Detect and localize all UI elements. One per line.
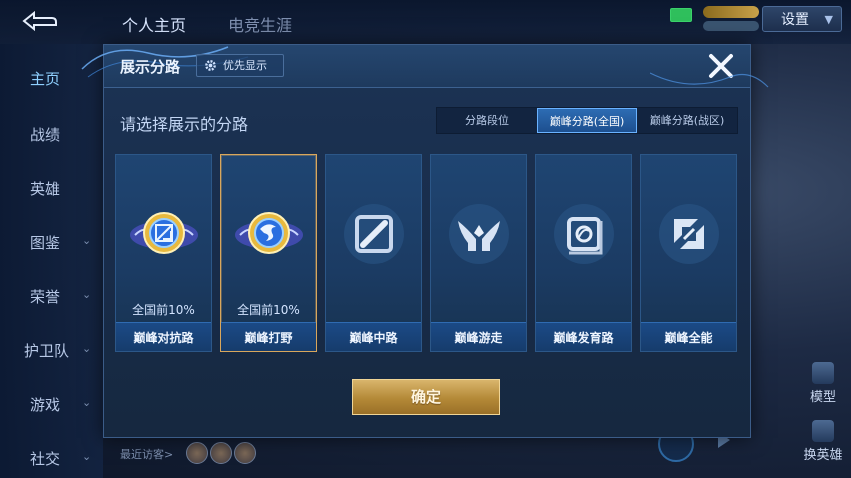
card-name-bar: 巅峰对抗路 xyxy=(116,322,211,351)
marksman-icon xyxy=(554,204,614,264)
chevron-down-icon: ⌄ xyxy=(82,450,92,463)
priority-display-button[interactable]: 优先显示 xyxy=(196,54,284,77)
lane-card-mid[interactable]: 巅峰中路 xyxy=(325,154,422,352)
sidebar-item-games[interactable]: 游戏 ⌄ xyxy=(0,384,103,424)
top-bar: 个人主页 电竞生涯 设置 ▼ xyxy=(0,0,851,44)
avatar[interactable] xyxy=(210,442,232,464)
tab-esports-career[interactable]: 电竞生涯 xyxy=(228,12,292,36)
card-name: 巅峰对抗路 xyxy=(133,331,194,345)
card-name-bar: 巅峰中路 xyxy=(326,322,421,351)
dragon-emblem-icon xyxy=(235,212,303,254)
sidebar-item-codex[interactable]: 图鉴 ⌄ xyxy=(0,222,103,262)
prompt-text: 请选择展示的分路 xyxy=(120,115,249,134)
sidebar-item-label: 英雄 xyxy=(30,180,61,198)
wings-icon xyxy=(449,204,509,264)
tab-peak-lane-region[interactable]: 巅峰分路(战区) xyxy=(637,108,737,133)
lane-card-roam[interactable]: 巅峰游走 xyxy=(430,154,527,352)
card-name: 巅峰游走 xyxy=(454,331,503,345)
priority-display-label: 优先显示 xyxy=(223,59,267,72)
rank-text: 全国前10% xyxy=(237,303,300,317)
swap-hero-icon xyxy=(812,420,834,442)
sidebar-item-label: 社交 xyxy=(30,450,61,468)
sidebar-item-records[interactable]: 战绩 xyxy=(0,114,103,154)
segment-control: 分路段位 巅峰分路(全国) 巅峰分路(战区) xyxy=(436,107,738,134)
settings-label: 设置 xyxy=(781,12,809,28)
card-name: 巅峰全能 xyxy=(664,331,713,345)
model-button[interactable]: 模型 xyxy=(800,386,846,405)
card-name-bar: 巅峰全能 xyxy=(641,322,736,351)
chevron-down-icon: ▼ xyxy=(824,13,833,26)
lane-card-marksman[interactable]: 巅峰发育路 xyxy=(535,154,632,352)
chevron-down-icon: ⌄ xyxy=(82,288,92,301)
avatar[interactable] xyxy=(234,442,256,464)
tab-lane-rank[interactable]: 分路段位 xyxy=(437,108,537,133)
mid-lane-icon xyxy=(344,204,404,264)
currency-badge-secondary xyxy=(703,21,759,31)
chevron-down-icon: ⌄ xyxy=(82,234,92,247)
ornament-swirl xyxy=(650,72,769,88)
currency-badge xyxy=(703,6,759,18)
lane-card-top[interactable]: 全国前10% 巅峰对抗路 xyxy=(115,154,212,352)
sidebar-item-honor[interactable]: 荣誉 ⌄ xyxy=(0,276,103,316)
card-name-bar: 巅峰游走 xyxy=(431,322,526,351)
lane-card-all-round[interactable]: 巅峰全能 xyxy=(640,154,737,352)
gear-icon xyxy=(205,60,216,71)
sidebar-item-label: 主页 xyxy=(30,70,61,88)
sidebar-item-heroes[interactable]: 英雄 xyxy=(0,168,103,208)
sidebar: 主页 战绩 英雄 图鉴 ⌄ 荣誉 ⌄ 护卫队 ⌄ 游戏 ⌄ 社交 ⌄ xyxy=(0,44,103,478)
battery-icon xyxy=(670,8,692,22)
tab-personal-home[interactable]: 个人主页 xyxy=(122,12,186,36)
sidebar-item-label: 护卫队 xyxy=(24,342,70,360)
rank-text: 全国前10% xyxy=(132,303,195,317)
card-name-bar: 巅峰打野 xyxy=(221,322,316,351)
confirm-button[interactable]: 确定 xyxy=(352,379,500,415)
model-icon xyxy=(812,362,834,384)
sidebar-item-social[interactable]: 社交 ⌄ xyxy=(0,438,103,478)
sidebar-item-label: 图鉴 xyxy=(30,234,61,252)
sidebar-item-label: 荣誉 xyxy=(30,288,61,306)
sidebar-item-label: 战绩 xyxy=(30,126,61,144)
swap-hero-button[interactable]: 换英雄 xyxy=(800,444,846,463)
dialog-title: 展示分路 xyxy=(120,58,181,76)
lane-card-jungle[interactable]: 全国前10% 巅峰打野 xyxy=(220,154,317,352)
all-round-icon xyxy=(659,204,719,264)
sidebar-item-label: 游戏 xyxy=(30,396,61,414)
recent-visitors-link[interactable]: 最近访客> xyxy=(120,446,173,462)
sidebar-item-guard-team[interactable]: 护卫队 ⌄ xyxy=(0,330,103,370)
card-name: 巅峰中路 xyxy=(349,331,398,345)
card-name: 巅峰发育路 xyxy=(553,331,614,345)
lane-display-dialog: 展示分路 优先显示 请选择展示的分路 分路段位 巅峰分路(全国) 巅峰分路(战区… xyxy=(81,44,769,438)
card-name-bar: 巅峰发育路 xyxy=(536,322,631,351)
tab-peak-lane-national[interactable]: 巅峰分路(全国) xyxy=(537,108,637,133)
sword-emblem-icon xyxy=(130,212,198,254)
avatar[interactable] xyxy=(186,442,208,464)
chevron-down-icon: ⌄ xyxy=(82,396,92,409)
back-icon[interactable] xyxy=(18,10,58,32)
chevron-down-icon: ⌄ xyxy=(82,342,92,355)
settings-button[interactable]: 设置 ▼ xyxy=(762,6,842,32)
card-name: 巅峰打野 xyxy=(244,331,293,345)
